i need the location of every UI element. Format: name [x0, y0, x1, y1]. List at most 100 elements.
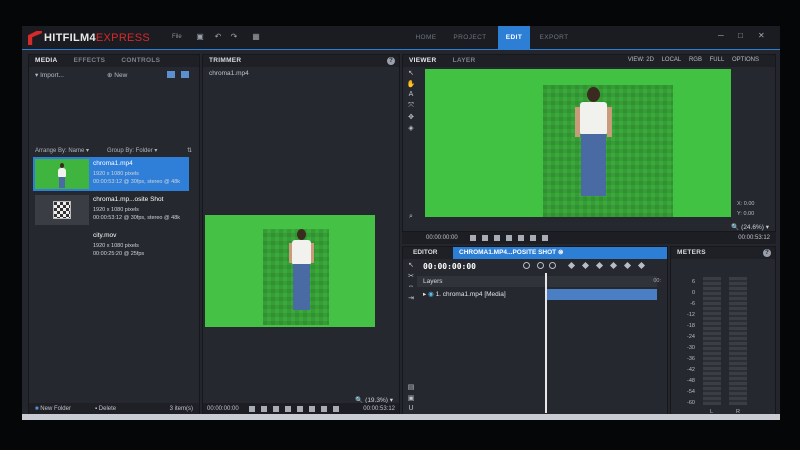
text-tool-icon[interactable]: A	[405, 91, 417, 102]
nav-home[interactable]: HOME	[410, 26, 442, 50]
maximize-icon[interactable]: □	[738, 31, 743, 40]
minimize-icon[interactable]: ─	[718, 31, 724, 40]
pan-tool-icon[interactable]: ✋	[405, 80, 417, 91]
skip-back-icon[interactable]	[261, 406, 267, 412]
visibility-icon[interactable]: ◉	[428, 291, 435, 298]
meter-tick: -18	[687, 323, 695, 329]
redo-icon[interactable]: ↷	[228, 32, 240, 44]
import-button[interactable]: ▾ Import...	[35, 71, 64, 79]
step-forward-icon[interactable]	[297, 406, 303, 412]
viewer-toolbar: VIEW: 2D LOCAL RGB FULL OPTIONS	[628, 57, 771, 63]
view-mode-dropdown[interactable]: VIEW: 2D	[628, 57, 654, 63]
arrange-by-dropdown[interactable]: Arrange By: Name ▾	[35, 147, 89, 154]
keyframe-icon[interactable]	[637, 261, 646, 270]
save-icon[interactable]: ▣	[194, 32, 206, 44]
link-icon[interactable]: ▤	[405, 383, 417, 394]
trimmer-panel: TRIMMER ? chroma1.mp4 🔍 (19.3%) ▾ 00:00:…	[202, 54, 400, 416]
editor-lower-tools: ▤ ▣ U	[405, 383, 417, 416]
zoom-in-icon[interactable]	[549, 262, 556, 269]
loop-icon[interactable]	[249, 406, 255, 412]
tab-media[interactable]: MEDIA	[35, 57, 57, 64]
nav-edit[interactable]: EDIT	[498, 26, 530, 50]
viewer-lower-tools: ⌕	[405, 213, 417, 224]
new-button[interactable]: ⊕ New	[107, 71, 127, 79]
play-icon[interactable]	[506, 235, 512, 241]
step-forward-icon[interactable]	[518, 235, 524, 241]
trimmer-header: TRIMMER	[203, 55, 399, 67]
timeline-end-tc: 00:	[653, 278, 661, 284]
select-tool-icon[interactable]: ↖	[405, 261, 417, 272]
viewer-start-tc: 00:00:00:00	[426, 235, 458, 241]
close-tab-icon[interactable]: ⊗	[558, 249, 563, 256]
media-item[interactable]: chroma1.mp...osite Shot 1920 x 1080 pixe…	[33, 193, 189, 227]
mask-tool-icon[interactable]: ◈	[405, 124, 417, 135]
local-dropdown[interactable]: LOCAL	[662, 57, 682, 63]
playhead[interactable]	[545, 273, 547, 413]
coord-x: X: 0.00	[737, 201, 755, 207]
zoom-out-icon[interactable]	[537, 262, 544, 269]
media-item[interactable]: city.mov 1920 x 1080 pixels 00:00:25:20 …	[33, 229, 189, 263]
green-screen-backdrop	[543, 85, 673, 217]
help-icon[interactable]: ?	[763, 249, 771, 257]
tab-effects[interactable]: EFFECTS	[74, 57, 106, 64]
list-view-icon[interactable]	[167, 71, 175, 78]
slip-tool-icon[interactable]: ⇔	[405, 283, 417, 294]
play-icon[interactable]	[285, 406, 291, 412]
razor-tool-icon[interactable]: ✂	[405, 272, 417, 283]
nav-project[interactable]: PROJECT	[450, 26, 490, 50]
track-tool-icon[interactable]: ⇥	[405, 294, 417, 305]
media-item[interactable]: chroma1.mp4 1920 x 1080 pixels 00:00:53:…	[33, 157, 189, 191]
keyframe-icon[interactable]	[609, 261, 618, 270]
rgb-dropdown[interactable]: RGB	[689, 57, 702, 63]
snap-icon[interactable]: ▣	[405, 394, 417, 405]
tab-layer[interactable]: LAYER	[453, 57, 476, 64]
skip-forward-icon[interactable]	[530, 235, 536, 241]
tab-composite-shot[interactable]: CHROMA1.MP4...POSITE SHOT ⊗	[453, 247, 667, 259]
meter-tick: -36	[687, 356, 695, 362]
zoom-tool-icon[interactable]: ⌕	[405, 213, 417, 224]
editor-timecode[interactable]: 00:00:00:00	[423, 262, 476, 271]
help-icon[interactable]: ?	[387, 57, 395, 65]
undo-icon[interactable]: ↶	[212, 32, 224, 44]
nav-export[interactable]: EXPORT	[536, 26, 572, 50]
group-by-dropdown[interactable]: Group By: Folder ▾	[107, 147, 157, 154]
keyframe-icon[interactable]	[567, 261, 576, 270]
media-item-duration: 00:00:53:12 @ 30fps, stereo @ 48k	[93, 179, 180, 185]
transform-tool-icon[interactable]: ⤧	[405, 102, 417, 113]
keyframe-icon[interactable]	[623, 261, 632, 270]
media-panel: MEDIA EFFECTS CONTROLS ▾ Import... ⊕ New…	[28, 54, 200, 416]
magnifier-icon: 🔍	[731, 224, 740, 231]
options-dropdown[interactable]: OPTIONS	[732, 57, 759, 63]
grid-view-icon[interactable]	[181, 71, 189, 78]
grid-icon[interactable]: ▦	[250, 32, 262, 44]
tab-viewer[interactable]: VIEWER	[409, 57, 436, 64]
file-menu[interactable]: File	[172, 34, 182, 40]
media-item-duration: 00:00:25:20 @ 25fps	[93, 251, 145, 257]
mark-out-icon[interactable]	[333, 406, 339, 412]
editor-side-tools: ↖ ✂ ⇔ ⇥	[405, 261, 417, 305]
media-panel-header: MEDIA EFFECTS CONTROLS	[29, 55, 199, 67]
resolution-dropdown[interactable]: FULL	[710, 57, 725, 63]
tab-controls[interactable]: CONTROLS	[121, 57, 160, 64]
meter-tick: 6	[691, 279, 695, 285]
meter-tick: -48	[687, 378, 695, 384]
close-icon[interactable]: ✕	[758, 31, 765, 40]
anchor-tool-icon[interactable]: ✥	[405, 113, 417, 124]
skip-back-icon[interactable]	[482, 235, 488, 241]
add-track-icon[interactable]	[523, 262, 530, 269]
tab-editor[interactable]: EDITOR	[407, 247, 443, 259]
layer-row[interactable]: ▸ ◉ 1. chroma1.mp4 [Media]	[417, 289, 545, 300]
mark-in-icon[interactable]	[321, 406, 327, 412]
keyframe-icon[interactable]	[581, 261, 590, 270]
keyframe-icon[interactable]	[595, 261, 604, 270]
settings-icon[interactable]	[542, 235, 548, 241]
select-tool-icon[interactable]: ↖	[405, 69, 417, 80]
loop-icon[interactable]	[470, 235, 476, 241]
timeline-clip[interactable]	[545, 289, 657, 300]
step-back-icon[interactable]	[494, 235, 500, 241]
viewer-zoom-dropdown[interactable]: 🔍 (24.6%) ▾	[731, 223, 769, 231]
meter-tick: -12	[687, 312, 695, 318]
sort-icon[interactable]: ⇅	[187, 147, 192, 154]
skip-forward-icon[interactable]	[309, 406, 315, 412]
step-back-icon[interactable]	[273, 406, 279, 412]
